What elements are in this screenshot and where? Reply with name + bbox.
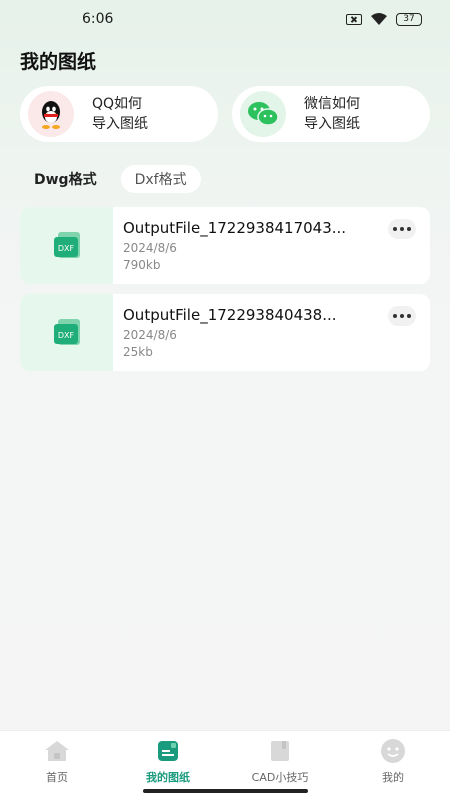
no-sim-icon [346,13,362,25]
dot-icon [407,227,411,231]
file-list-item[interactable]: DXF OutputFile_172293840438... 2024/8/6 … [20,294,430,371]
format-tabs: Dwg格式 Dxf格式 [20,165,201,193]
wechat-icon [240,91,286,137]
file-size: 790kb [123,258,161,272]
tab-dwg[interactable]: Dwg格式 [20,165,111,193]
wechat-import-guide-card[interactable]: 微信如何 导入图纸 [232,86,430,142]
file-thumbnail: DXF [20,294,113,371]
dxf-file-icon: DXF [53,231,80,258]
qq-guide-line2: 导入图纸 [92,116,148,132]
more-options-button[interactable] [388,306,416,326]
nav-cad-tips-label: CAD小技巧 [251,771,309,784]
nav-home-label: 首页 [46,771,68,784]
dot-icon [393,314,397,318]
file-date: 2024/8/6 [123,328,177,342]
dot-icon [407,314,411,318]
qq-guide-line1: QQ如何 [92,96,143,112]
file-thumb-label: DXF [57,244,74,253]
page-title: 我的图纸 [20,51,97,73]
qq-penguin-icon [28,91,74,137]
file-name: OutputFile_1722938417043... [123,219,347,237]
book-icon [266,737,294,765]
status-time: 6:06 [82,11,114,27]
home-icon [43,737,71,765]
profile-icon [379,737,407,765]
nav-my-drawings-label: 我的图纸 [146,771,190,784]
dxf-file-icon: DXF [53,318,80,345]
nav-cad-tips[interactable]: CAD小技巧 [235,737,325,785]
tab-dxf[interactable]: Dxf格式 [120,165,201,193]
dot-icon [400,314,404,318]
wechat-guide-line1: 微信如何 [304,96,360,112]
home-indicator[interactable] [143,789,308,793]
qq-guide-text: QQ如何 导入图纸 [92,94,148,134]
drawing-icon [154,737,182,765]
file-thumbnail: DXF [20,207,113,284]
nav-mine-label: 我的 [382,771,404,784]
battery-icon: 37 [396,12,422,26]
wechat-guide-text: 微信如何 导入图纸 [304,94,360,134]
file-date: 2024/8/6 [123,241,177,255]
status-bar: 6:06 37 [0,0,450,40]
status-icons: 37 [346,12,422,26]
qq-import-guide-card[interactable]: QQ如何 导入图纸 [20,86,218,142]
wifi-icon [371,13,387,25]
file-name: OutputFile_172293840438... [123,306,337,324]
wechat-guide-line2: 导入图纸 [304,116,360,132]
more-options-button[interactable] [388,219,416,239]
nav-my-drawings[interactable]: 我的图纸 [123,737,213,785]
dot-icon [393,227,397,231]
nav-home[interactable]: 首页 [12,737,102,785]
dot-icon [400,227,404,231]
file-list-item[interactable]: DXF OutputFile_1722938417043... 2024/8/6… [20,207,430,284]
file-size: 25kb [123,345,153,359]
nav-mine[interactable]: 我的 [348,737,438,785]
file-thumb-label: DXF [57,331,74,340]
